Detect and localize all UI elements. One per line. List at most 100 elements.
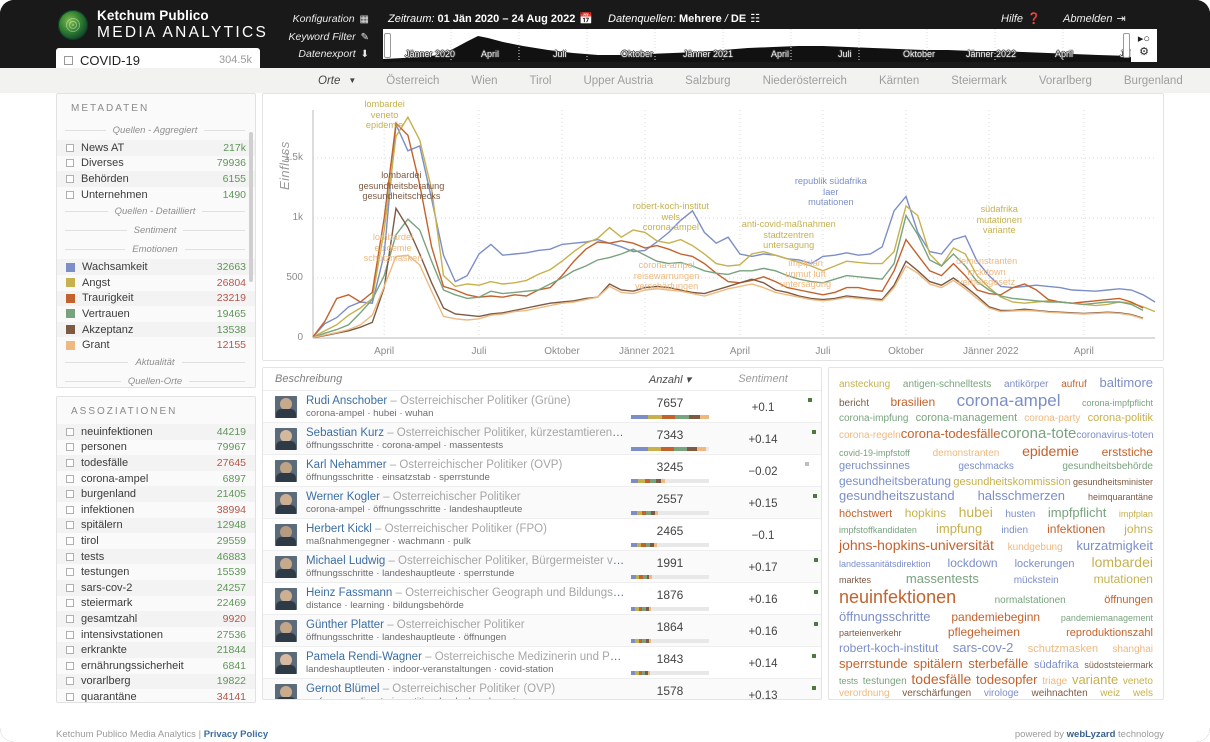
association-checkbox[interactable] [66,692,74,701]
association-checkbox[interactable] [66,490,74,499]
wordcloud-term[interactable]: antigen-schnelltests [903,379,991,391]
association-checkbox[interactable] [66,661,74,670]
wordcloud-term[interactable]: impfung [936,522,982,536]
association-checkbox[interactable] [66,599,74,608]
tab-tirol[interactable]: Tirol [514,75,568,87]
association-checkbox[interactable] [66,521,74,530]
association-item[interactable]: personen 79967 [57,440,255,456]
wordcloud-term[interactable]: todesfälle [911,672,971,687]
entity-name[interactable]: Sebastian Kurz – Österreichischer Politi… [306,427,625,439]
entity-name[interactable]: Rudi Anschober – Österreichischer Politi… [306,395,625,407]
tab-salzburg[interactable]: Salzburg [669,75,746,87]
entity-name[interactable]: Herbert Kickl – Österreichischer Politik… [306,523,625,535]
association-item[interactable]: infektionen 38994 [57,502,255,518]
sidebar-facet-item[interactable]: Diverses 79936 [57,156,255,172]
help-button[interactable]: Hilfe ❓ [1001,12,1041,25]
association-item[interactable]: vorarlberg 19822 [57,673,255,690]
timeline-slider[interactable]: Jänner 2020 April Juli Oktober Jänner 20… [383,29,1134,62]
association-item[interactable]: gesamtzahl 9920 [57,611,255,627]
sidebar-facet-item[interactable]: Vertrauen 19465 [57,306,255,322]
facet-checkbox[interactable] [66,143,74,152]
wordcloud-term[interactable]: bericht [839,398,869,410]
wordcloud-term[interactable]: marktes [839,575,871,585]
wordcloud-term[interactable]: weiz [1100,689,1120,699]
wordcloud-term[interactable]: variante [1072,673,1118,687]
association-item[interactable]: todesfälle 27645 [57,455,255,471]
wordcloud-term[interactable]: pandemiemanagement [1061,613,1153,623]
chevron-down-icon[interactable]: ▼ [348,76,356,85]
wordcloud-term[interactable]: pandemiebeginn [951,611,1040,624]
association-item[interactable]: sars-cov-2 24257 [57,579,255,596]
wordcloud-term[interactable]: brasilien [890,396,935,409]
association-checkbox[interactable] [66,458,74,467]
facet-checkbox[interactable] [66,190,74,199]
wordcloud-term[interactable]: johns-hopkins-universität [839,538,994,553]
association-item[interactable]: tirol 29559 [57,533,255,549]
wordcloud-term[interactable]: corona-tote [1000,426,1076,442]
column-header-sentiment[interactable]: Sentiment [715,373,811,385]
wordcloud-term[interactable]: corona-todesfälle [901,427,1001,441]
wordcloud-term[interactable]: corona-party [1024,413,1080,425]
sidebar-facet-item[interactable]: Wachsamkeit 32663 [57,259,255,275]
wordcloud-term[interactable]: impfpflicht [1048,506,1107,520]
wordcloud-term[interactable]: erststiche [1102,446,1153,459]
wordcloud-term[interactable]: covid-19-impfstoff [839,448,910,458]
association-item[interactable]: tests 46883 [57,548,255,565]
tab-wien[interactable]: Wien [455,75,513,87]
wordcloud-term[interactable]: robert-koch-institut [839,642,938,655]
wordcloud-term[interactable]: veneto [1123,677,1153,688]
wordcloud-term[interactable]: geschmacks [958,462,1014,473]
column-header-description[interactable]: Beschreibung [275,373,625,385]
time-range-selector[interactable]: Zeitraum: 01 Jän 2020 – 24 Aug 2022 📅 [388,12,593,25]
association-item[interactable]: ernährungssicherheit 6841 [57,658,255,674]
wordcloud-term[interactable]: kurzatmigkeit [1076,539,1153,553]
wordcloud-term[interactable]: kundgebung [1008,543,1063,554]
tab-steiermark[interactable]: Steiermark [935,75,1023,87]
wordcloud-term[interactable]: gesundheitsminister [1073,477,1153,487]
wordcloud-term[interactable]: gesundheitsbehörde [1062,462,1153,473]
wordcloud-term[interactable]: husten [1005,510,1035,521]
wordcloud-term[interactable]: epidemie [1022,444,1079,459]
wordcloud-term[interactable]: testungen [863,677,907,688]
table-row[interactable]: Pamela Rendi-Wagner – Österreichische Me… [263,647,821,679]
wordcloud-term[interactable]: landessanitätsdirektion [839,559,931,569]
wordcloud-term[interactable]: aufruf [1061,379,1087,391]
menu-item-datenexport[interactable]: Datenexport ⬇ [283,46,369,64]
wordcloud-term[interactable]: tests [839,676,858,686]
menu-item-keyword-filter[interactable]: Keyword Filter ✎ [283,29,370,47]
association-item[interactable]: steiermark 22469 [57,596,255,612]
wordcloud-term[interactable]: massentests [906,572,979,586]
wordcloud-term[interactable]: antikörper [1004,379,1048,391]
facet-checkbox[interactable] [66,174,74,183]
wordcloud-term[interactable]: öffnungsschritte [839,610,931,624]
association-checkbox[interactable] [66,536,74,545]
tab-vorarlberg[interactable]: Vorarlberg [1023,75,1108,87]
wordcloud-term[interactable]: lombardei [1091,555,1152,570]
association-item[interactable]: spitälern 12948 [57,517,255,534]
wordcloud-term[interactable]: pflegeheimen [948,626,1020,639]
wordcloud-term[interactable]: corona-ampel [957,392,1061,410]
association-item[interactable]: testungen 15539 [57,564,255,580]
sidebar-facet-item[interactable]: Unternehmen 1490 [57,187,255,203]
wordcloud-term[interactable]: corona-impfung [839,413,908,425]
association-checkbox[interactable] [66,552,74,561]
wordcloud-term[interactable]: baltimore [1100,376,1153,390]
keyword-checkbox[interactable] [64,55,73,65]
table-row[interactable]: Michael Ludwig – Österreichischer Politi… [263,551,821,583]
entity-name[interactable]: Heinz Fassmann – Österreichischer Geogra… [306,587,625,599]
wordcloud-term[interactable]: corona-regeln [839,430,901,442]
wordcloud-term[interactable]: normalstationen [995,596,1066,607]
table-row[interactable]: Rudi Anschober – Österreichischer Politi… [263,391,821,423]
wordcloud-term[interactable]: öffnungen [1104,595,1153,607]
tab-niederosterreich[interactable]: Niederösterreich [747,75,863,87]
wordcloud-term[interactable]: corona-management [916,412,1018,425]
table-row[interactable]: Gernot Blümel – Österreichischer Politik… [263,679,821,699]
table-row[interactable]: Sebastian Kurz – Österreichischer Politi… [263,423,821,455]
metadata-scrollbar[interactable] [249,132,253,347]
play-icon[interactable]: ▸○ [1138,33,1150,45]
entity-name[interactable]: Gernot Blümel – Österreichischer Politik… [306,683,625,695]
timeline-handle-left[interactable] [384,33,391,58]
association-checkbox[interactable] [66,568,74,577]
timeline-handle-right[interactable] [1123,33,1130,58]
logout-button[interactable]: Abmelden ⇥ [1063,12,1126,25]
